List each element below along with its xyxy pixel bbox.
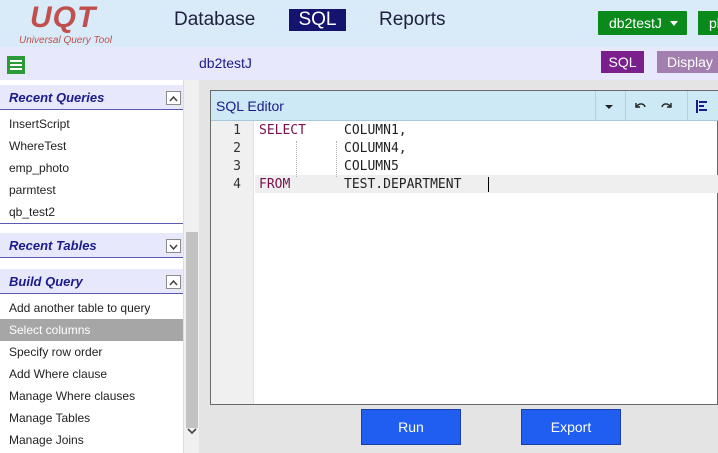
sql-keyword: FROM bbox=[259, 177, 291, 192]
recent-queries-header[interactable]: Recent Queries bbox=[0, 85, 183, 110]
display-view-button[interactable]: Display bbox=[657, 51, 718, 73]
nav-tab-database[interactable]: Database bbox=[168, 9, 261, 31]
sidebar: Recent Queries InsertScript WhereTest em… bbox=[0, 47, 199, 453]
export-button[interactable]: Export bbox=[521, 409, 621, 445]
indent-guide bbox=[296, 141, 297, 177]
run-button[interactable]: Run bbox=[361, 409, 461, 445]
connection-dropdown-button[interactable]: db2testJ bbox=[598, 11, 687, 35]
main-header: db2testJ SQL Display bbox=[199, 47, 718, 80]
align-left-icon bbox=[696, 100, 707, 113]
build-query-item[interactable]: Manage Joins bbox=[0, 429, 183, 451]
database-label: db2testJ bbox=[199, 55, 252, 71]
build-query-item[interactable]: Add another table to query bbox=[0, 297, 183, 319]
recent-query-item[interactable]: parmtest bbox=[0, 179, 183, 201]
recent-tables-header[interactable]: Recent Tables bbox=[0, 233, 183, 258]
recent-query-item[interactable]: emp_photo bbox=[0, 157, 183, 179]
recent-tables-title: Recent Tables bbox=[9, 238, 97, 253]
line-number: 3 bbox=[233, 159, 241, 174]
collapse-up-icon[interactable] bbox=[166, 91, 181, 105]
scroll-down-icon[interactable] bbox=[187, 426, 197, 436]
build-query-item[interactable]: Manage Where clauses bbox=[0, 385, 183, 407]
code-line-text: COLUMN4, bbox=[344, 141, 407, 156]
expand-down-icon[interactable] bbox=[166, 239, 181, 253]
user-dropdown-button[interactable]: pl bbox=[698, 11, 718, 35]
logo-subtitle: Universal Query Tool bbox=[19, 35, 113, 46]
build-query-item-selected[interactable]: Select columns bbox=[0, 319, 183, 341]
code-line: SELECT bbox=[259, 123, 306, 138]
recent-query-item[interactable]: qb_test2 bbox=[0, 201, 183, 223]
recent-queries-title: Recent Queries bbox=[9, 90, 105, 105]
line-number: 1 bbox=[233, 123, 241, 138]
build-query-item[interactable]: Manage Tables bbox=[0, 407, 183, 429]
connection-label: db2testJ bbox=[609, 15, 662, 31]
undo-button[interactable] bbox=[625, 91, 653, 121]
hamburger-menu-icon[interactable] bbox=[7, 56, 25, 74]
collapse-up-icon[interactable] bbox=[166, 275, 181, 289]
sql-editor[interactable]: SQL Editor 1 2 3 4 SELECT COLUMN1, COLUM… bbox=[210, 90, 718, 405]
build-query-title: Build Query bbox=[9, 274, 83, 289]
redo-button[interactable] bbox=[653, 91, 681, 121]
nav-tab-reports[interactable]: Reports bbox=[373, 9, 452, 31]
current-line-highlight bbox=[255, 175, 718, 193]
code-line-text: COLUMN5 bbox=[344, 159, 399, 174]
code-line: FROM bbox=[259, 177, 290, 192]
sidebar-toolbar bbox=[0, 47, 199, 80]
editor-dropdown-button[interactable] bbox=[595, 91, 623, 121]
sidebar-scrollbar[interactable] bbox=[183, 80, 199, 453]
sql-editor-title: SQL Editor bbox=[216, 98, 284, 114]
recent-query-item[interactable]: InsertScript bbox=[0, 113, 183, 135]
line-number-gutter: 1 2 3 4 bbox=[211, 121, 254, 404]
sql-view-button[interactable]: SQL bbox=[601, 51, 644, 73]
app-logo: UQT Universal Query Tool bbox=[18, 1, 128, 47]
sql-editor-header: SQL Editor bbox=[211, 91, 718, 121]
logo-title: UQT bbox=[30, 1, 97, 34]
scrollbar-thumb[interactable] bbox=[186, 232, 198, 428]
top-bar: UQT Universal Query Tool Database SQL Re… bbox=[0, 0, 718, 47]
build-query-header[interactable]: Build Query bbox=[0, 269, 183, 294]
build-query-item[interactable]: Specify row order bbox=[0, 341, 183, 363]
text-cursor bbox=[488, 177, 489, 192]
redo-icon bbox=[661, 103, 672, 108]
chevron-down-icon bbox=[670, 21, 678, 26]
indent-guide bbox=[336, 141, 337, 177]
line-number: 2 bbox=[233, 141, 241, 156]
build-query-item[interactable]: Add Where clause bbox=[0, 363, 183, 385]
undo-icon bbox=[635, 103, 646, 108]
sql-keyword: SELECT bbox=[259, 123, 306, 138]
line-number: 4 bbox=[233, 177, 241, 192]
code-line-text: COLUMN1, bbox=[344, 123, 407, 138]
divider bbox=[0, 223, 183, 224]
code-line-text: TEST.DEPARTMENT bbox=[344, 177, 462, 192]
chevron-down-icon bbox=[605, 105, 613, 109]
recent-query-item[interactable]: WhereTest bbox=[0, 135, 183, 157]
user-label: pl bbox=[709, 15, 718, 31]
nav-tab-sql[interactable]: SQL bbox=[289, 9, 346, 31]
format-button[interactable] bbox=[687, 91, 715, 121]
